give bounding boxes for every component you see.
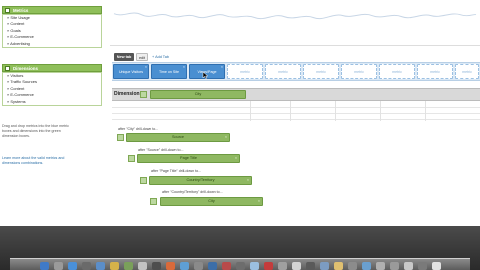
app-icon[interactable] bbox=[292, 262, 301, 270]
app-icon[interactable] bbox=[152, 262, 161, 270]
app-icon[interactable] bbox=[348, 262, 357, 270]
column-divider bbox=[425, 101, 426, 121]
drilldown-chip-country-territory[interactable]: Country/Territory × bbox=[149, 176, 252, 185]
app-icon[interactable] bbox=[222, 262, 231, 270]
app-icon[interactable] bbox=[110, 262, 119, 270]
drilldown-chip-page-title[interactable]: Page Title × bbox=[137, 154, 240, 163]
remove-icon[interactable]: × bbox=[145, 65, 147, 69]
drag-handle-icon[interactable] bbox=[140, 91, 147, 98]
app-icon[interactable] bbox=[404, 262, 413, 270]
app-icon[interactable] bbox=[236, 262, 245, 270]
drag-handle-icon[interactable] bbox=[150, 198, 157, 205]
metrics-panel-header[interactable]: Metrics bbox=[2, 6, 102, 14]
metric-box-empty[interactable]: metric bbox=[303, 64, 339, 79]
mouse-cursor-icon bbox=[202, 71, 209, 79]
app-icon[interactable] bbox=[124, 262, 133, 270]
mail-icon[interactable] bbox=[82, 262, 91, 270]
drag-handle-icon[interactable] bbox=[140, 177, 147, 184]
app-icon[interactable] bbox=[418, 262, 427, 270]
browser-content: Metrics » Site Usage » Content » Goals »… bbox=[0, 0, 480, 226]
app-icon[interactable] bbox=[334, 262, 343, 270]
tab-new-tab[interactable]: New tab bbox=[114, 53, 134, 61]
remove-icon[interactable]: × bbox=[225, 134, 227, 141]
dimension-label: Dimension: bbox=[114, 91, 142, 97]
app-icon[interactable] bbox=[96, 262, 105, 270]
app-icon[interactable] bbox=[390, 262, 399, 270]
tab-edit-button[interactable]: edit bbox=[136, 53, 148, 61]
metric-box-empty[interactable]: metric bbox=[227, 64, 263, 79]
app-icon[interactable] bbox=[138, 262, 147, 270]
metric-box-label: metric bbox=[240, 69, 250, 74]
dimensions-list: » Visitors » Traffic Sources » Content »… bbox=[2, 72, 102, 106]
app-icon[interactable] bbox=[362, 262, 371, 270]
remove-icon[interactable]: × bbox=[247, 177, 249, 184]
learn-more-link[interactable]: Learn more about the valid metrics and d… bbox=[2, 156, 74, 166]
metric-box-label: metric bbox=[278, 69, 288, 74]
dashboard-icon[interactable] bbox=[54, 262, 63, 270]
column-divider bbox=[335, 101, 336, 121]
column-divider bbox=[250, 101, 251, 121]
app-icon[interactable] bbox=[306, 262, 315, 270]
app-icon[interactable] bbox=[166, 262, 175, 270]
app-icon[interactable] bbox=[320, 262, 329, 270]
remove-icon[interactable]: × bbox=[258, 198, 260, 205]
chip-label: City bbox=[194, 92, 202, 96]
trash-icon[interactable] bbox=[432, 262, 441, 270]
drilldown-caption: after "City" drill-down to... bbox=[118, 127, 159, 131]
app-icon[interactable] bbox=[250, 262, 259, 270]
dimension-category-item[interactable]: » Systems bbox=[3, 99, 101, 105]
drag-handle-icon[interactable] bbox=[128, 155, 135, 162]
app-icon[interactable] bbox=[194, 262, 203, 270]
dimensions-panel-header[interactable]: Dimensions bbox=[2, 64, 102, 72]
metric-box-label: Time on Site bbox=[158, 69, 180, 74]
collapse-icon[interactable] bbox=[5, 66, 10, 71]
drag-handle-icon[interactable] bbox=[117, 134, 124, 141]
metric-box-empty[interactable]: metric bbox=[455, 64, 479, 79]
add-tab-link[interactable]: + Add Tab bbox=[152, 53, 169, 61]
app-icon[interactable] bbox=[180, 262, 189, 270]
metric-box-label: metric bbox=[392, 69, 402, 74]
app-icon[interactable] bbox=[208, 262, 217, 270]
metric-box-time-on-site[interactable]: × Time on Site bbox=[151, 64, 187, 79]
column-divider bbox=[290, 101, 291, 121]
metric-category-item[interactable]: » Advertising bbox=[3, 41, 101, 47]
drilldown-caption: after "Source" drill-down to... bbox=[138, 148, 184, 152]
app-icon[interactable] bbox=[264, 262, 273, 270]
chip-label: Source bbox=[171, 135, 185, 139]
metric-box-label: metric bbox=[430, 69, 440, 74]
drilldown-caption: after "Page Title" drill-down to... bbox=[151, 169, 202, 173]
metric-box-empty[interactable]: metric bbox=[265, 64, 301, 79]
column-divider bbox=[380, 101, 381, 121]
metric-box-empty[interactable]: metric bbox=[341, 64, 377, 79]
chip-label: City bbox=[208, 199, 215, 203]
dimensions-panel-title: Dimensions bbox=[13, 66, 38, 71]
metric-box-label: Unique Visitors bbox=[118, 69, 144, 74]
remove-icon[interactable]: × bbox=[183, 65, 185, 69]
metric-box-label: metric bbox=[354, 69, 364, 74]
remove-icon[interactable]: × bbox=[221, 65, 223, 69]
safari-icon[interactable] bbox=[68, 262, 77, 270]
drilldown-chip-city[interactable]: City × bbox=[160, 197, 263, 206]
preview-line-chart bbox=[110, 12, 480, 46]
chip-label: Page Title bbox=[180, 156, 197, 160]
metrics-panel-title: Metrics bbox=[13, 8, 29, 13]
metric-box-unique-visitors[interactable]: × Unique Visitors bbox=[113, 64, 149, 79]
metric-box-empty[interactable]: metric bbox=[379, 64, 415, 79]
metrics-list: » Site Usage » Content » Goals » E-Comme… bbox=[2, 14, 102, 48]
drilldown-caption: after "Country/Territory" drill-down to.… bbox=[162, 190, 223, 194]
metric-box-empty[interactable]: metric bbox=[417, 64, 453, 79]
finder-icon[interactable] bbox=[40, 262, 49, 270]
dimension-chip-city[interactable]: City bbox=[150, 90, 246, 99]
drag-instructions: Drag and drop metrics into the blue metr… bbox=[2, 124, 69, 138]
chip-label: Country/Territory bbox=[186, 178, 215, 182]
metric-box-label: metric bbox=[462, 69, 472, 74]
remove-icon[interactable]: × bbox=[235, 155, 237, 162]
app-icon[interactable] bbox=[376, 262, 385, 270]
app-icon[interactable] bbox=[278, 262, 287, 270]
left-sidebar: Metrics » Site Usage » Content » Goals »… bbox=[0, 0, 104, 226]
collapse-icon[interactable] bbox=[5, 8, 10, 13]
metric-box-label: metric bbox=[316, 69, 326, 74]
drilldown-chip-source[interactable]: Source × bbox=[126, 133, 230, 142]
